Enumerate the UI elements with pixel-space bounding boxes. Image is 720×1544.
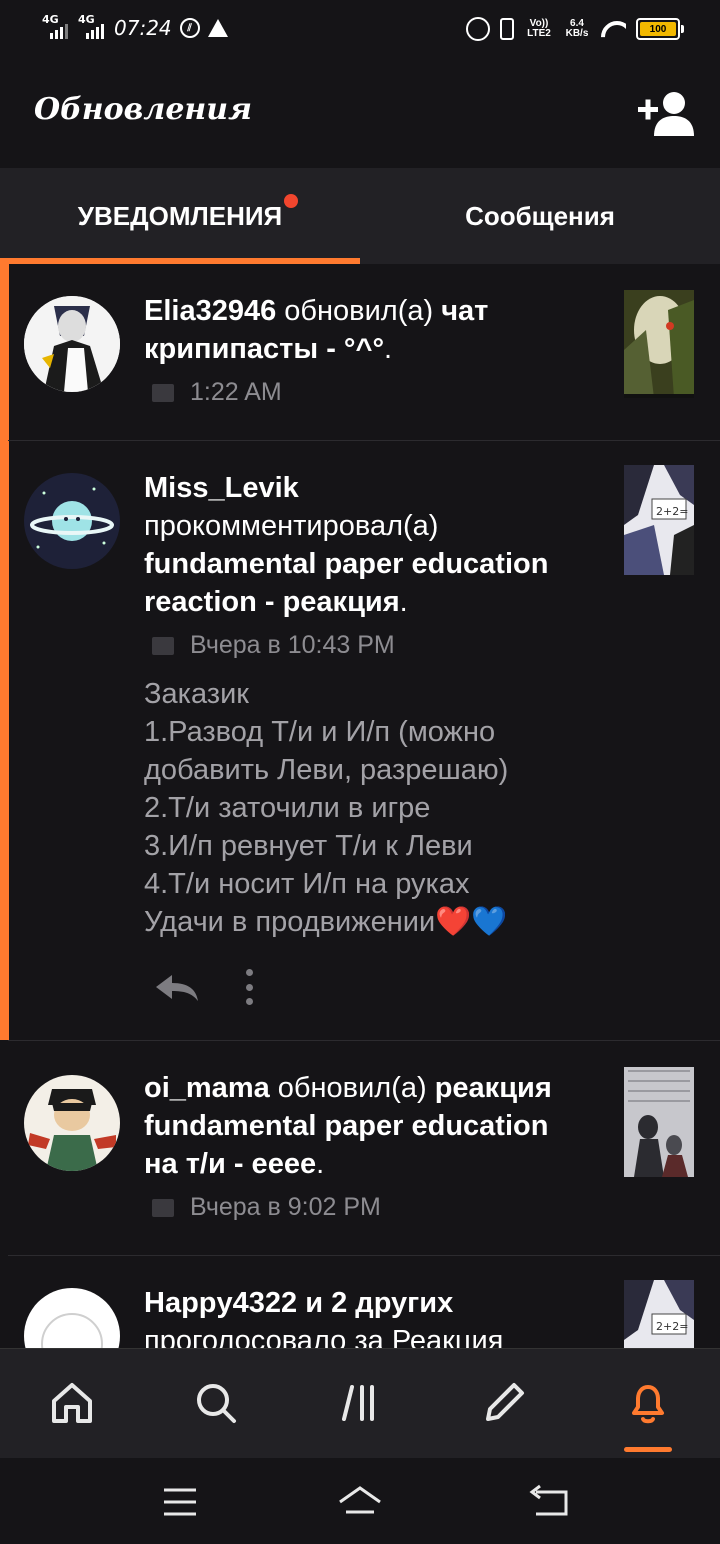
tab-bar: УВЕДОМЛЕНИЯ Сообщения bbox=[0, 168, 720, 264]
home-system-icon[interactable] bbox=[336, 1484, 384, 1520]
volte-label: Vo)) LTE2 bbox=[527, 18, 551, 39]
status-left: 4G 4G 07:24 ⫽ bbox=[42, 13, 228, 42]
tab-messages-label: Сообщения bbox=[465, 200, 615, 231]
story-title[interactable]: fundamental paper education reaction - р… bbox=[144, 548, 548, 618]
notification-feed[interactable]: Elia32946 обновил(а) чат крипипасты - °^… bbox=[0, 264, 720, 1348]
notification-item[interactable]: Elia32946 обновил(а) чат крипипасты - °^… bbox=[8, 264, 720, 440]
svg-text:2+2=: 2+2= bbox=[656, 505, 688, 518]
back-icon[interactable] bbox=[526, 1484, 574, 1520]
notification-meta: Вчера в 10:43 PM bbox=[152, 631, 395, 660]
avatar[interactable] bbox=[24, 1288, 120, 1348]
battery-icon: 100 bbox=[636, 18, 684, 40]
menu-icon[interactable] bbox=[156, 1484, 204, 1520]
user-name[interactable]: Miss_Levik bbox=[144, 472, 299, 504]
notification-item[interactable]: oi_mama обновил(а) реакция fundamental p… bbox=[8, 1041, 720, 1255]
wifi-icon bbox=[600, 19, 626, 39]
unread-dot bbox=[284, 194, 298, 208]
notification-meta: Вчера в 9:02 PM bbox=[152, 1193, 381, 1222]
clock: 07:24 bbox=[114, 16, 172, 40]
avatar[interactable] bbox=[24, 1075, 120, 1171]
tab-notifications[interactable]: УВЕДОМЛЕНИЯ bbox=[0, 168, 360, 264]
data-saver-icon: ⫽ bbox=[179, 18, 200, 38]
more-options-icon[interactable] bbox=[244, 969, 254, 1005]
signal-2-icon: 4G bbox=[78, 13, 106, 39]
timestamp: Вчера в 10:43 PM bbox=[190, 631, 395, 659]
tab-messages[interactable]: Сообщения bbox=[360, 168, 720, 264]
tab-notifications-label: УВЕДОМЛЕНИЯ bbox=[77, 200, 283, 231]
status-right: Vo)) LTE2 6.4 KB/s 100 bbox=[466, 16, 684, 42]
signal-1-icon: 4G bbox=[42, 13, 70, 39]
add-user-icon[interactable] bbox=[638, 90, 694, 136]
reply-icon[interactable] bbox=[154, 973, 200, 1003]
search-icon[interactable] bbox=[192, 1379, 240, 1427]
avatar[interactable] bbox=[24, 296, 120, 392]
comment-text: Заказик 1.Развод Т/и и И/п (можно добави… bbox=[144, 678, 509, 938]
avatar[interactable] bbox=[24, 473, 120, 569]
notification-text: oi_mama обновил(а) реакция fundamental p… bbox=[144, 1072, 552, 1180]
comment-icon bbox=[152, 636, 174, 655]
bottom-navigation bbox=[0, 1348, 720, 1458]
app-header: Обновления bbox=[0, 56, 720, 168]
notification-text: Happy4322 и 2 других проголосовало за Ре… bbox=[144, 1284, 604, 1348]
page-title: Обновления bbox=[34, 92, 252, 127]
user-name[interactable]: Elia32946 bbox=[144, 295, 276, 327]
story-cover[interactable]: 2+2= bbox=[624, 1280, 694, 1348]
system-navigation bbox=[0, 1458, 720, 1544]
warning-icon bbox=[207, 19, 228, 37]
notification-item[interactable]: Miss_Levik прокомментировал(а) fundament… bbox=[8, 441, 720, 1041]
battery-level: 100 bbox=[640, 22, 676, 36]
library-icon[interactable] bbox=[336, 1379, 384, 1427]
notification-meta: 1:22 AM bbox=[152, 378, 282, 407]
notification-text: Miss_Levik прокомментировал(а) fundament… bbox=[144, 472, 549, 618]
timestamp: Вчера в 9:02 PM bbox=[190, 1193, 381, 1221]
speed-label: 6.4 KB/s bbox=[565, 18, 589, 39]
story-cover[interactable] bbox=[624, 290, 694, 398]
alarm-icon bbox=[466, 17, 490, 41]
notification-text: Elia32946 обновил(а) чат крипипасты - °^… bbox=[144, 295, 489, 365]
story-cover[interactable] bbox=[624, 1067, 694, 1177]
user-name[interactable]: oi_mama bbox=[144, 1072, 270, 1104]
user-name[interactable]: Happy4322 bbox=[144, 1287, 297, 1319]
notification-item[interactable]: Happy4322 и 2 других проголосовало за Ре… bbox=[8, 1256, 720, 1348]
active-nav-indicator bbox=[624, 1447, 672, 1452]
pencil-icon[interactable] bbox=[480, 1379, 528, 1427]
bell-icon[interactable] bbox=[624, 1379, 672, 1427]
timestamp: 1:22 AM bbox=[190, 378, 282, 406]
status-bar: 4G 4G 07:24 ⫽ Vo)) LTE2 6.4 KB/s 100 bbox=[0, 0, 720, 56]
vibrate-icon bbox=[500, 18, 514, 40]
book-icon bbox=[152, 383, 174, 402]
story-cover[interactable]: 2+2= bbox=[624, 465, 694, 575]
partial-text: проголосовало за Реакция bbox=[144, 1325, 504, 1348]
book-icon bbox=[152, 1198, 174, 1217]
svg-text:2+2=: 2+2= bbox=[656, 1320, 688, 1333]
home-icon[interactable] bbox=[48, 1379, 96, 1427]
